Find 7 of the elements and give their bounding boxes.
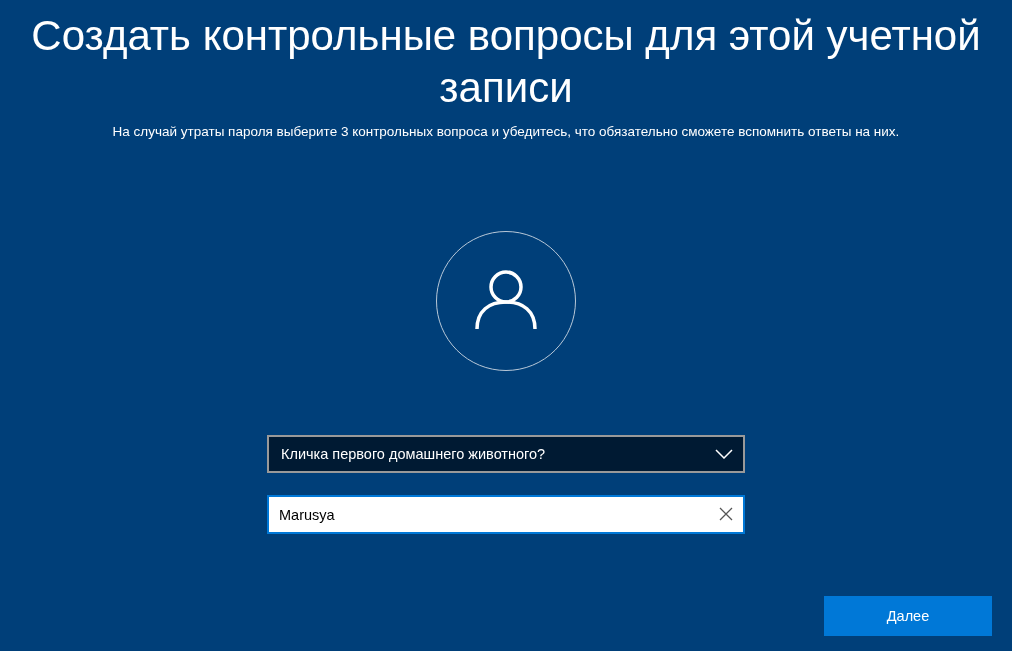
chevron-down-icon — [715, 449, 733, 459]
answer-input-field[interactable]: Marusya — [267, 495, 745, 534]
next-button[interactable]: Далее — [824, 596, 992, 636]
question-dropdown[interactable]: Кличка первого домашнего животного? — [267, 435, 745, 473]
page-title: Создать контрольные вопросы для этой учетной записи — [30, 11, 982, 113]
clear-icon[interactable] — [719, 507, 733, 521]
instruction-text: На случай утраты пароля выберите 3 контрольных вопроса и убедитесь, что обязательно сможете вспомнить ответы на них. — [112, 124, 900, 139]
